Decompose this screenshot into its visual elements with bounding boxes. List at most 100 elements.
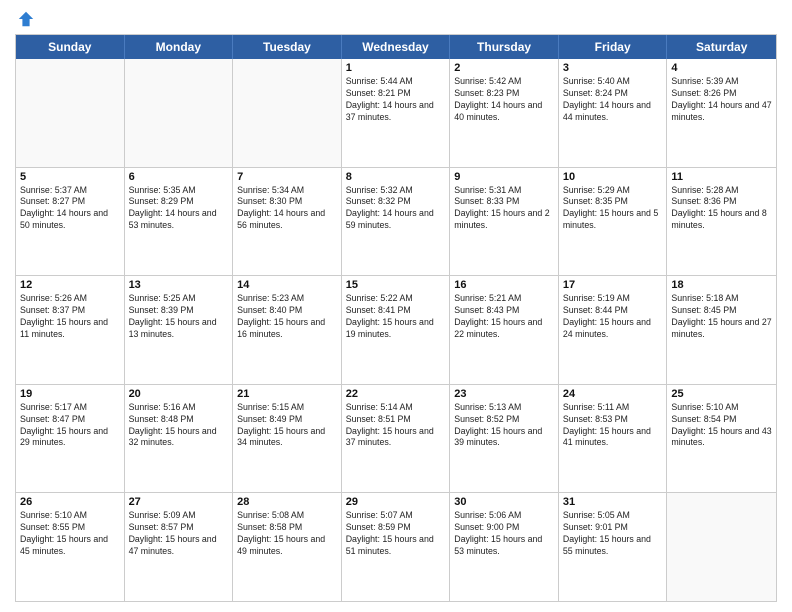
day-cell-24: 24 Sunrise: 5:11 AM Sunset: 8:53 PM Dayli… <box>559 385 668 493</box>
header-day-tuesday: Tuesday <box>233 35 342 59</box>
day-cell-15: 15Sunrise: 5:22 AM Sunset: 8:41 PM Dayli… <box>342 276 451 384</box>
calendar-row-1: 5 Sunrise: 5:37 AM Sunset: 8:27 PM Daylig… <box>16 167 776 276</box>
day-number: 3 <box>563 62 663 74</box>
day-cell-23: 23 Sunrise: 5:13 AM Sunset: 8:52 PM Dayli… <box>450 385 559 493</box>
day-cell-29: 29 Sunrise: 5:07 AM Sunset: 8:59 PM Dayli… <box>342 493 451 601</box>
cell-info: Sunrise: 5:10 AM Sunset: 8:54 PM Dayligh… <box>671 402 772 450</box>
day-cell-30: 30 Sunrise: 5:06 AM Sunset: 9:00 PM Dayli… <box>450 493 559 601</box>
day-number: 1 <box>346 62 446 74</box>
day-number: 19 <box>20 388 120 400</box>
day-number: 23 <box>454 388 554 400</box>
day-cell-31: 31Sunrise: 5:05 AM Sunset: 9:01 PM Dayli… <box>559 493 668 601</box>
cell-info: Sunrise: 5:44 AM Sunset: 8:21 PM Dayligh… <box>346 76 446 124</box>
day-cell-4: 4Sunrise: 5:39 AM Sunset: 8:26 PM Daylig… <box>667 59 776 167</box>
cell-info: Sunrise: 5:25 AM Sunset: 8:39 PM Dayligh… <box>129 293 229 341</box>
day-number: 14 <box>237 279 337 291</box>
cell-info: Sunrise: 5:34 AM Sunset: 8:30 PM Dayligh… <box>237 185 337 233</box>
day-cell-11: 11Sunrise: 5:28 AM Sunset: 8:36 PM Dayli… <box>667 168 776 276</box>
page: SundayMondayTuesdayWednesdayThursdayFrid… <box>0 0 792 612</box>
day-number: 8 <box>346 171 446 183</box>
day-number: 13 <box>129 279 229 291</box>
day-cell-27: 27Sunrise: 5:09 AM Sunset: 8:57 PM Dayli… <box>125 493 234 601</box>
day-cell-9: 9 Sunrise: 5:31 AM Sunset: 8:33 PM Daylig… <box>450 168 559 276</box>
cell-info: Sunrise: 5:40 AM Sunset: 8:24 PM Dayligh… <box>563 76 663 124</box>
day-cell-26: 26 Sunrise: 5:10 AM Sunset: 8:55 PM Dayli… <box>16 493 125 601</box>
day-number: 12 <box>20 279 120 291</box>
cell-info: Sunrise: 5:21 AM Sunset: 8:43 PM Dayligh… <box>454 293 554 341</box>
day-number: 24 <box>563 388 663 400</box>
day-cell-13: 13 Sunrise: 5:25 AM Sunset: 8:39 PM Dayli… <box>125 276 234 384</box>
day-number: 7 <box>237 171 337 183</box>
day-cell-8: 8Sunrise: 5:32 AM Sunset: 8:32 PM Daylig… <box>342 168 451 276</box>
cell-info: Sunrise: 5:10 AM Sunset: 8:55 PM Dayligh… <box>20 510 120 558</box>
day-cell-22: 22 Sunrise: 5:14 AM Sunset: 8:51 PM Dayli… <box>342 385 451 493</box>
day-cell-16: 16 Sunrise: 5:21 AM Sunset: 8:43 PM Dayli… <box>450 276 559 384</box>
day-cell-14: 14 Sunrise: 5:23 AM Sunset: 8:40 PM Dayli… <box>233 276 342 384</box>
day-cell-10: 10 Sunrise: 5:29 AM Sunset: 8:35 PM Dayli… <box>559 168 668 276</box>
cell-info: Sunrise: 5:16 AM Sunset: 8:48 PM Dayligh… <box>129 402 229 450</box>
calendar-row-4: 26 Sunrise: 5:10 AM Sunset: 8:55 PM Dayli… <box>16 492 776 601</box>
cell-info: Sunrise: 5:05 AM Sunset: 9:01 PM Dayligh… <box>563 510 663 558</box>
day-cell-28: 28 Sunrise: 5:08 AM Sunset: 8:58 PM Dayli… <box>233 493 342 601</box>
calendar-row-0: 1 Sunrise: 5:44 AM Sunset: 8:21 PM Daylig… <box>16 59 776 167</box>
cell-info: Sunrise: 5:31 AM Sunset: 8:33 PM Dayligh… <box>454 185 554 233</box>
day-number: 16 <box>454 279 554 291</box>
cell-info: Sunrise: 5:06 AM Sunset: 9:00 PM Dayligh… <box>454 510 554 558</box>
calendar: SundayMondayTuesdayWednesdayThursdayFrid… <box>15 34 777 602</box>
day-number: 21 <box>237 388 337 400</box>
cell-info: Sunrise: 5:17 AM Sunset: 8:47 PM Dayligh… <box>20 402 120 450</box>
logo-icon <box>17 10 35 28</box>
logo <box>15 10 35 28</box>
day-cell-17: 17Sunrise: 5:19 AM Sunset: 8:44 PM Dayli… <box>559 276 668 384</box>
day-cell-12: 12 Sunrise: 5:26 AM Sunset: 8:37 PM Dayli… <box>16 276 125 384</box>
day-number: 9 <box>454 171 554 183</box>
cell-info: Sunrise: 5:14 AM Sunset: 8:51 PM Dayligh… <box>346 402 446 450</box>
cell-info: Sunrise: 5:26 AM Sunset: 8:37 PM Dayligh… <box>20 293 120 341</box>
day-number: 26 <box>20 496 120 508</box>
cell-info: Sunrise: 5:11 AM Sunset: 8:53 PM Dayligh… <box>563 402 663 450</box>
day-number: 5 <box>20 171 120 183</box>
header <box>15 10 777 28</box>
empty-cell <box>16 59 125 167</box>
cell-info: Sunrise: 5:35 AM Sunset: 8:29 PM Dayligh… <box>129 185 229 233</box>
cell-info: Sunrise: 5:29 AM Sunset: 8:35 PM Dayligh… <box>563 185 663 233</box>
header-day-thursday: Thursday <box>450 35 559 59</box>
day-number: 29 <box>346 496 446 508</box>
calendar-row-2: 12 Sunrise: 5:26 AM Sunset: 8:37 PM Dayli… <box>16 275 776 384</box>
day-number: 28 <box>237 496 337 508</box>
empty-cell <box>233 59 342 167</box>
day-cell-6: 6 Sunrise: 5:35 AM Sunset: 8:29 PM Daylig… <box>125 168 234 276</box>
cell-info: Sunrise: 5:23 AM Sunset: 8:40 PM Dayligh… <box>237 293 337 341</box>
day-number: 10 <box>563 171 663 183</box>
day-number: 30 <box>454 496 554 508</box>
calendar-header: SundayMondayTuesdayWednesdayThursdayFrid… <box>16 35 776 59</box>
day-cell-25: 25 Sunrise: 5:10 AM Sunset: 8:54 PM Dayli… <box>667 385 776 493</box>
cell-info: Sunrise: 5:18 AM Sunset: 8:45 PM Dayligh… <box>671 293 772 341</box>
cell-info: Sunrise: 5:09 AM Sunset: 8:57 PM Dayligh… <box>129 510 229 558</box>
cell-info: Sunrise: 5:22 AM Sunset: 8:41 PM Dayligh… <box>346 293 446 341</box>
header-day-sunday: Sunday <box>16 35 125 59</box>
cell-info: Sunrise: 5:15 AM Sunset: 8:49 PM Dayligh… <box>237 402 337 450</box>
day-number: 6 <box>129 171 229 183</box>
day-cell-2: 2Sunrise: 5:42 AM Sunset: 8:23 PM Daylig… <box>450 59 559 167</box>
day-cell-21: 21 Sunrise: 5:15 AM Sunset: 8:49 PM Dayli… <box>233 385 342 493</box>
calendar-row-3: 19 Sunrise: 5:17 AM Sunset: 8:47 PM Dayli… <box>16 384 776 493</box>
header-day-wednesday: Wednesday <box>342 35 451 59</box>
day-number: 25 <box>671 388 772 400</box>
day-cell-19: 19 Sunrise: 5:17 AM Sunset: 8:47 PM Dayli… <box>16 385 125 493</box>
cell-info: Sunrise: 5:37 AM Sunset: 8:27 PM Dayligh… <box>20 185 120 233</box>
cell-info: Sunrise: 5:42 AM Sunset: 8:23 PM Dayligh… <box>454 76 554 124</box>
day-number: 22 <box>346 388 446 400</box>
day-number: 18 <box>671 279 772 291</box>
header-day-monday: Monday <box>125 35 234 59</box>
day-cell-7: 7 Sunrise: 5:34 AM Sunset: 8:30 PM Daylig… <box>233 168 342 276</box>
cell-info: Sunrise: 5:13 AM Sunset: 8:52 PM Dayligh… <box>454 402 554 450</box>
calendar-body: 1 Sunrise: 5:44 AM Sunset: 8:21 PM Daylig… <box>16 59 776 601</box>
cell-info: Sunrise: 5:07 AM Sunset: 8:59 PM Dayligh… <box>346 510 446 558</box>
day-number: 11 <box>671 171 772 183</box>
day-cell-5: 5 Sunrise: 5:37 AM Sunset: 8:27 PM Daylig… <box>16 168 125 276</box>
day-cell-18: 18 Sunrise: 5:18 AM Sunset: 8:45 PM Dayli… <box>667 276 776 384</box>
cell-info: Sunrise: 5:08 AM Sunset: 8:58 PM Dayligh… <box>237 510 337 558</box>
empty-cell <box>667 493 776 601</box>
day-number: 4 <box>671 62 772 74</box>
